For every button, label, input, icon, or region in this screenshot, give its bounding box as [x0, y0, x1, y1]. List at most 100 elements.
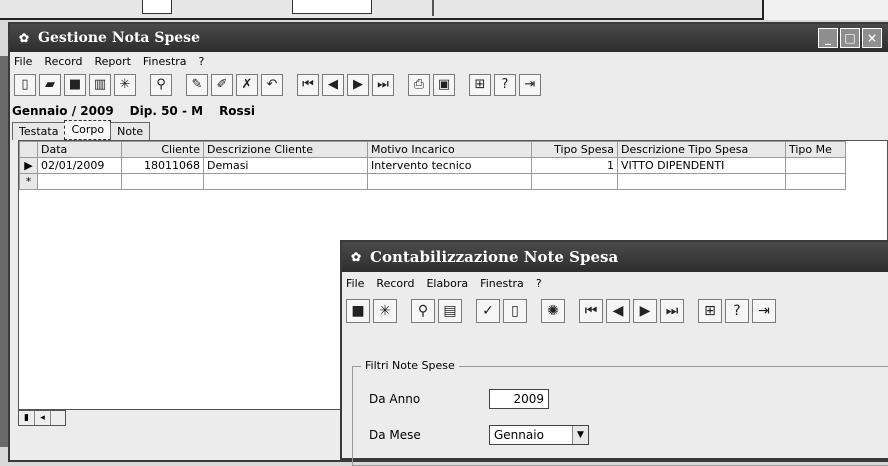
save-icon[interactable]: ■	[64, 74, 86, 96]
new-cell[interactable]	[37, 173, 122, 190]
horizontal-scrollbar[interactable]: ▮ ◂	[18, 410, 66, 426]
filters-group: Filtri Note Spese Da Anno 2009 Da Mese G…	[352, 359, 888, 466]
background-field	[292, 0, 372, 14]
first-record-icon[interactable]: ⏮	[297, 74, 319, 96]
minimize-button[interactable]: _	[818, 28, 838, 48]
new-cell[interactable]	[203, 173, 368, 190]
prev-record-icon[interactable]: ◀	[322, 74, 344, 96]
document-context: Gennaio / 2009 Dip. 50 - M Rossi	[10, 100, 888, 122]
cell-tipo-me[interactable]	[785, 157, 846, 174]
open-icon[interactable]: ▰	[39, 74, 61, 96]
cancel-edit-icon[interactable]: ✗	[236, 74, 258, 96]
table-row[interactable]: ▶ 02/01/2009 18011068 Demasi Intervento …	[19, 157, 846, 174]
check-icon[interactable]: ✓	[476, 299, 500, 323]
close-button[interactable]: ×	[862, 28, 882, 48]
last-record-icon[interactable]: ⏭	[372, 74, 394, 96]
current-row-indicator: ▶	[19, 157, 38, 174]
mese-label: Da Mese	[369, 428, 421, 442]
new-cell[interactable]	[785, 173, 846, 190]
exit-icon[interactable]: ⇥	[752, 299, 776, 323]
anno-input[interactable]: 2009	[489, 389, 549, 409]
menu-file[interactable]: File	[14, 55, 32, 68]
menu-report[interactable]: Report	[94, 55, 130, 68]
cell-descrizione-cliente[interactable]: Demasi	[203, 157, 368, 174]
app-icon: ✿	[350, 250, 362, 264]
list-icon[interactable]: ▤	[438, 299, 462, 323]
column-motivo-incarico[interactable]: Motivo Incarico	[367, 141, 532, 158]
last-record-icon[interactable]: ⏭	[660, 299, 684, 323]
tab-testata[interactable]: Testata	[12, 122, 66, 140]
layout-icon[interactable]: ⊞	[698, 299, 722, 323]
new-row[interactable]: *	[19, 173, 846, 190]
background-window	[0, 0, 762, 20]
cell-motivo-incarico[interactable]: Intervento tecnico	[367, 157, 532, 174]
column-tipo-spesa[interactable]: Tipo Spesa	[531, 141, 618, 158]
process-icon[interactable]: ✺	[541, 299, 565, 323]
new-cell[interactable]	[121, 173, 204, 190]
employee-name: Rossi	[219, 104, 255, 118]
tab-corpo[interactable]: Corpo	[64, 120, 112, 140]
new-cell[interactable]	[367, 173, 532, 190]
menu-record[interactable]: Record	[44, 55, 82, 68]
new-cell[interactable]	[531, 173, 618, 190]
chevron-down-icon[interactable]: ▼	[572, 426, 588, 444]
menu-file[interactable]: File	[346, 277, 364, 290]
preview-icon[interactable]: ▣	[433, 74, 455, 96]
main-window-controls: _ □ ×	[818, 28, 882, 48]
mese-row: Da Mese Gennaio ▼	[369, 425, 589, 445]
menu-finestra[interactable]: Finestra	[480, 277, 524, 290]
first-record-icon[interactable]: ⏮	[579, 299, 603, 323]
maximize-button[interactable]: □	[840, 28, 860, 48]
mese-value: Gennaio	[494, 428, 544, 442]
second-window-title: Contabilizzazione Note Spesa	[370, 248, 619, 266]
cell-tipo-spesa[interactable]: 1	[531, 157, 618, 174]
second-menubar: File Record Elabora Finestra ?	[342, 272, 888, 294]
background-field	[142, 0, 172, 14]
search-icon[interactable]: ⚲	[411, 299, 435, 323]
column-descrizione-cliente[interactable]: Descrizione Cliente	[203, 141, 368, 158]
clear-icon[interactable]: ✳	[114, 74, 136, 96]
layout-icon[interactable]: ⊞	[469, 74, 491, 96]
scroll-left-icon[interactable]: ◂	[35, 411, 51, 425]
tab-note[interactable]: Note	[110, 122, 151, 140]
prev-record-icon[interactable]: ◀	[606, 299, 630, 323]
help-icon[interactable]: ?	[494, 74, 516, 96]
menu-help[interactable]: ?	[199, 55, 205, 68]
contabilizzazione-window: ✿ Contabilizzazione Note Spesa File Reco…	[340, 240, 888, 466]
help-icon[interactable]: ?	[725, 299, 749, 323]
menu-help[interactable]: ?	[536, 277, 542, 290]
cell-cliente[interactable]: 18011068	[121, 157, 204, 174]
clear-icon[interactable]: ✳	[373, 299, 397, 323]
main-titlebar[interactable]: ✿ Gestione Nota Spese	[10, 24, 888, 52]
delete-icon[interactable]: ▥	[89, 74, 111, 96]
background-window-right	[762, 0, 888, 20]
undo-icon[interactable]: ↶	[261, 74, 283, 96]
menu-finestra[interactable]: Finestra	[143, 55, 187, 68]
second-toolbar: ■ ✳ ⚲ ▤ ✓ ▯ ✺ ⏮ ◀ ▶ ⏭ ⊞ ? ⇥	[342, 294, 888, 328]
exit-icon[interactable]: ⇥	[519, 74, 541, 96]
new-cell[interactable]	[617, 173, 786, 190]
second-titlebar[interactable]: ✿ Contabilizzazione Note Spesa	[342, 242, 888, 272]
menu-elabora[interactable]: Elabora	[426, 277, 468, 290]
cell-descrizione-tipo-spesa[interactable]: VITTO DIPENDENTI	[617, 157, 786, 174]
column-descrizione-tipo-spesa[interactable]: Descrizione Tipo Spesa	[617, 141, 786, 158]
cell-data[interactable]: 02/01/2009	[37, 157, 122, 174]
department-label: Dip. 50 - M	[129, 104, 204, 118]
save-edit-icon[interactable]: ✐	[211, 74, 233, 96]
print-icon[interactable]: ⎙	[408, 74, 430, 96]
main-tabs: Testata Corpo Note	[12, 120, 151, 140]
blank-icon[interactable]: ▯	[503, 299, 527, 323]
next-record-icon[interactable]: ▶	[633, 299, 657, 323]
column-cliente[interactable]: Cliente	[121, 141, 204, 158]
column-tipo-me[interactable]: Tipo Me	[785, 141, 846, 158]
save-icon[interactable]: ■	[346, 299, 370, 323]
next-record-icon[interactable]: ▶	[347, 74, 369, 96]
search-icon[interactable]: ⚲	[150, 74, 172, 96]
menu-record[interactable]: Record	[376, 277, 414, 290]
main-window-title: Gestione Nota Spese	[38, 30, 200, 46]
new-icon[interactable]: ▯	[14, 74, 36, 96]
mese-select[interactable]: Gennaio ▼	[489, 425, 589, 445]
edit-icon[interactable]: ✎	[186, 74, 208, 96]
column-data[interactable]: Data	[37, 141, 122, 158]
scroll-start-icon[interactable]: ▮	[19, 411, 35, 425]
